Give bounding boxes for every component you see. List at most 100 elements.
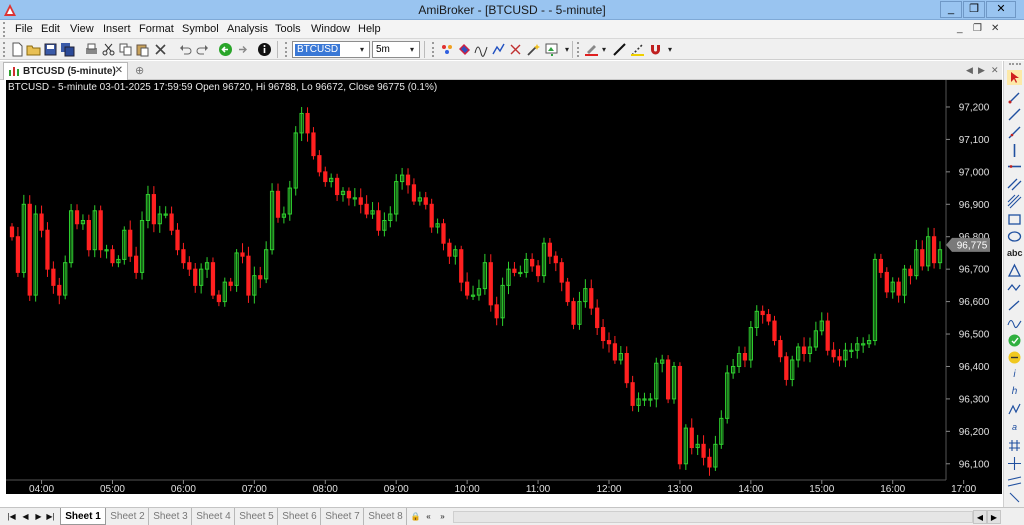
- rectangle-icon[interactable]: [1007, 212, 1022, 227]
- trend-tool-icon[interactable]: [491, 42, 506, 57]
- tab-scroll-right-icon[interactable]: ▶: [978, 65, 985, 76]
- info-icon[interactable]: [257, 42, 272, 57]
- triangle-icon[interactable]: [1007, 263, 1022, 278]
- sheet-last-icon[interactable]: ▶|: [45, 511, 56, 523]
- mdi-close-button[interactable]: ✕: [991, 23, 999, 34]
- undo-icon[interactable]: [178, 42, 193, 57]
- sheet-first-icon[interactable]: |◀: [6, 511, 17, 523]
- draw-toolbar-grip[interactable]: [577, 42, 580, 57]
- indicator-icon[interactable]: [440, 42, 455, 57]
- sheet-tab-5[interactable]: Sheet 5: [236, 508, 278, 525]
- paste-icon[interactable]: [135, 42, 150, 57]
- mdi-restore-button[interactable]: ❐: [973, 23, 982, 34]
- text-tool-icon[interactable]: abc: [1007, 248, 1023, 263]
- crosshair-icon[interactable]: [1007, 456, 1022, 471]
- toolbar-overflow-icon[interactable]: ▾: [664, 43, 676, 56]
- wave-label-icon[interactable]: [1007, 402, 1022, 417]
- formula-icon[interactable]: [474, 42, 489, 57]
- back-arrow-icon[interactable]: [218, 42, 233, 57]
- cycle-lines-icon[interactable]: [1007, 315, 1022, 330]
- pen-color-icon[interactable]: [584, 42, 599, 57]
- export-image-icon[interactable]: [544, 42, 559, 57]
- select-arrow-icon[interactable]: [1007, 70, 1022, 85]
- color-palette-icon[interactable]: [457, 42, 472, 57]
- menu-window[interactable]: Window: [311, 23, 350, 35]
- menu-tools[interactable]: Tools: [275, 23, 301, 35]
- dotted-line-icon[interactable]: [630, 42, 645, 57]
- candlestick-chart[interactable]: 97,20097,10097,00096,90096,80096,70096,6…: [6, 80, 1002, 494]
- trend-line-icon[interactable]: [1007, 90, 1022, 105]
- yellow-circle-icon[interactable]: [1007, 350, 1022, 365]
- menu-edit[interactable]: Edit: [41, 23, 60, 35]
- print-icon[interactable]: [84, 42, 99, 57]
- horizontal-scrollbar[interactable]: [453, 511, 973, 523]
- menu-help[interactable]: Help: [358, 23, 381, 35]
- scroll-right-icon[interactable]: ▶: [987, 510, 1001, 524]
- sheet-prev-icon[interactable]: ◀: [20, 511, 31, 523]
- tab-close-all-icon[interactable]: ✕: [991, 65, 999, 76]
- forward-arrow-icon[interactable]: [235, 42, 250, 57]
- italic-a-icon[interactable]: a: [1007, 422, 1022, 437]
- menu-view[interactable]: View: [70, 23, 94, 35]
- sheet-tab-8[interactable]: Sheet 8: [365, 508, 407, 525]
- magic-wand-icon[interactable]: [526, 42, 541, 57]
- pen-color-dropdown-icon[interactable]: ▾: [598, 43, 610, 56]
- ray-line-icon[interactable]: [1007, 107, 1022, 122]
- sheet-next-icon[interactable]: ▶: [33, 511, 44, 523]
- menu-file[interactable]: File: [15, 23, 33, 35]
- save-all-icon[interactable]: [60, 42, 75, 57]
- cut-icon[interactable]: [101, 42, 116, 57]
- symbol-combobox[interactable]: BTCUSD ▾: [292, 41, 370, 58]
- sheet-tab-3[interactable]: Sheet 3: [150, 508, 192, 525]
- open-folder-icon[interactable]: [26, 42, 41, 57]
- symbol-selected-text[interactable]: BTCUSD: [295, 44, 341, 56]
- mdi-minimize-button[interactable]: _: [957, 23, 963, 34]
- sheet-tab-1[interactable]: Sheet 1: [60, 508, 106, 525]
- ellipse-icon[interactable]: [1007, 229, 1022, 244]
- extended-line-icon[interactable]: [1007, 125, 1022, 140]
- line-tool-icon[interactable]: [612, 42, 627, 57]
- lock-icon[interactable]: 🔒: [410, 511, 421, 523]
- price-chart-pane[interactable]: 97,200 97,100 97,000 96,900 96,800 96,700 96,6…: [6, 80, 1002, 494]
- italic-i-icon[interactable]: i: [1007, 369, 1022, 384]
- interval-value[interactable]: 5m: [376, 44, 390, 55]
- save-icon[interactable]: [43, 42, 58, 57]
- interval-combobox[interactable]: 5m ▾: [372, 41, 420, 58]
- italic-h-icon[interactable]: h: [1007, 386, 1022, 401]
- sheet-sync-icon[interactable]: «: [423, 511, 434, 523]
- menu-analysis[interactable]: Analysis: [227, 23, 268, 35]
- redo-icon[interactable]: [195, 42, 210, 57]
- menu-format[interactable]: Format: [139, 23, 174, 35]
- delete-icon[interactable]: [153, 42, 168, 57]
- scissors-icon[interactable]: [508, 42, 523, 57]
- copy-icon[interactable]: [118, 42, 133, 57]
- close-button[interactable]: ✕: [986, 1, 1016, 18]
- tab-scroll-left-icon[interactable]: ◀: [966, 65, 973, 76]
- symbol-dropdown-icon[interactable]: ▾: [356, 43, 368, 56]
- horizontal-line-icon[interactable]: [1007, 159, 1022, 174]
- green-circle-icon[interactable]: [1007, 333, 1022, 348]
- new-file-icon[interactable]: [10, 42, 25, 57]
- sheet-sync-right-icon[interactable]: »: [437, 511, 448, 523]
- chart-tab-close-icon[interactable]: ✕: [115, 65, 123, 76]
- magnet-icon[interactable]: [648, 42, 663, 57]
- channel-icon[interactable]: [1007, 474, 1022, 489]
- menu-symbol[interactable]: Symbol: [182, 23, 219, 35]
- grid-icon[interactable]: [1007, 438, 1022, 453]
- sheet-tab-4[interactable]: Sheet 4: [193, 508, 235, 525]
- more-tools-icon[interactable]: [1007, 490, 1022, 505]
- sheet-tab-7[interactable]: Sheet 7: [322, 508, 364, 525]
- minimize-button[interactable]: _: [940, 1, 962, 18]
- new-tab-icon[interactable]: ⊕: [135, 64, 144, 77]
- parallel-lines-icon[interactable]: [1007, 177, 1022, 192]
- chart-tab[interactable]: BTCUSD (5-minute) ✕: [3, 62, 128, 80]
- toolbar-grip[interactable]: [3, 42, 6, 57]
- zigzag-icon[interactable]: [1007, 280, 1022, 295]
- scroll-left-icon[interactable]: ◀: [973, 510, 987, 524]
- symbol-toolbar-grip[interactable]: [285, 42, 288, 57]
- sheet-tab-6[interactable]: Sheet 6: [279, 508, 321, 525]
- drawing-toolbar-grip[interactable]: [1009, 63, 1021, 66]
- interval-dropdown-icon[interactable]: ▾: [406, 43, 418, 56]
- menu-grip[interactable]: [3, 22, 6, 37]
- sheet-tab-2[interactable]: Sheet 2: [107, 508, 149, 525]
